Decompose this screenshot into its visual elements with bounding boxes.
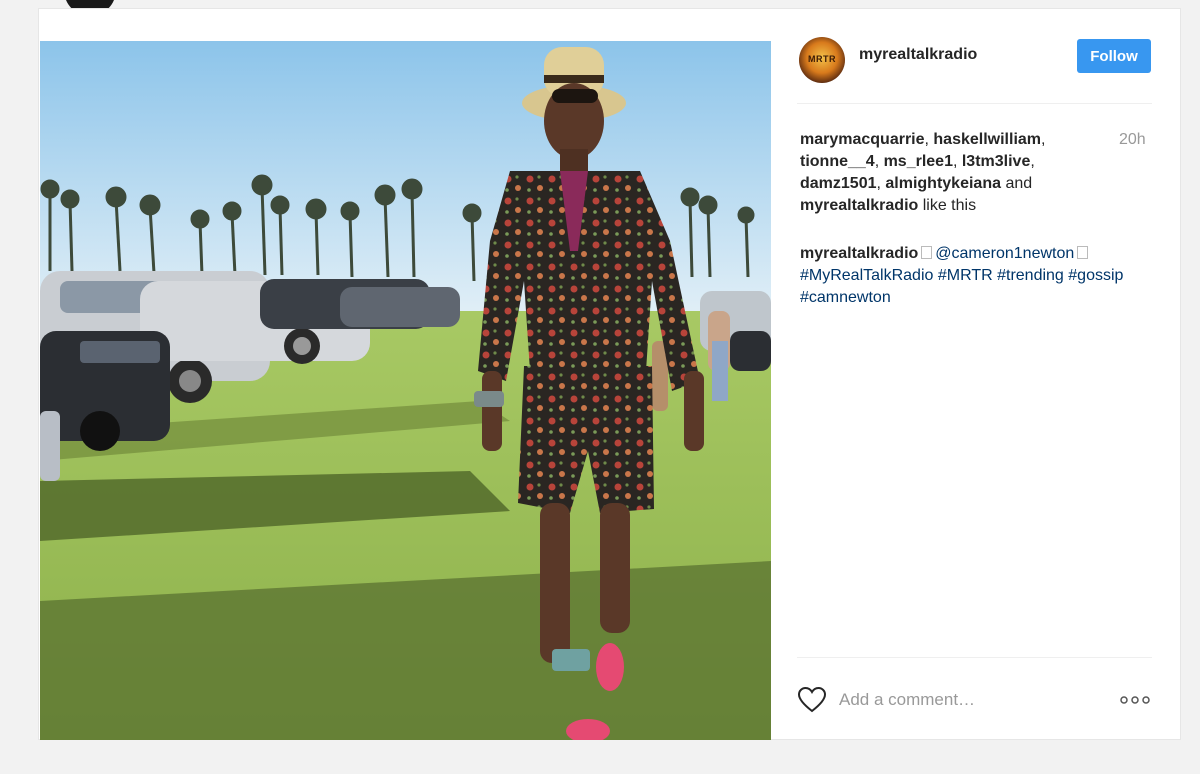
- post-sidebar: MRTR myrealtalkradio Follow marymacquarr…: [797, 9, 1181, 739]
- emoji-placeholder-icon: [921, 246, 933, 259]
- emoji-placeholder-icon: [1077, 246, 1089, 259]
- likes-summary: marymacquarrie, haskellwilliam, tionne__…: [800, 129, 1110, 217]
- likes-suffix: like this: [918, 197, 977, 214]
- liker-link[interactable]: marymacquarrie: [800, 131, 925, 148]
- liker-link[interactable]: ms_rlee1: [884, 153, 953, 170]
- liker-link[interactable]: haskellwilliam: [933, 131, 1041, 148]
- post-username[interactable]: myrealtalkradio: [859, 46, 977, 64]
- likes-separator: ,: [1041, 131, 1046, 148]
- post-photo: [40, 41, 771, 740]
- user-avatar[interactable]: MRTR: [799, 37, 845, 83]
- likes-separator: ,: [874, 153, 884, 170]
- liker-link[interactable]: l3tm3live: [962, 153, 1030, 170]
- post-card: MRTR myrealtalkradio Follow marymacquarr…: [38, 8, 1181, 740]
- heart-icon[interactable]: [797, 686, 827, 714]
- post-timestamp[interactable]: 20h: [1119, 131, 1146, 149]
- follow-button[interactable]: Follow: [1077, 39, 1151, 73]
- caption-username[interactable]: myrealtalkradio: [800, 245, 918, 262]
- post-footer: [797, 657, 1152, 740]
- likes-separator: ,: [1030, 153, 1035, 170]
- caption-hashtags[interactable]: #MyRealTalkRadio #MRTR #trending #gossip…: [800, 267, 1123, 306]
- post-header: MRTR myrealtalkradio Follow: [797, 33, 1152, 104]
- liker-link[interactable]: myrealtalkradio: [800, 197, 918, 214]
- likes-and: and: [1001, 175, 1033, 192]
- liker-link[interactable]: damz1501: [800, 175, 877, 192]
- liker-link[interactable]: almightykeiana: [885, 175, 1001, 192]
- avatar-logo-text: MRTR: [808, 54, 836, 64]
- post-caption: myrealtalkradio @cameron1newton #MyRealTal…: [800, 243, 1150, 309]
- caption-mention[interactable]: @cameron1newton: [935, 245, 1074, 262]
- more-options-icon[interactable]: [1119, 695, 1151, 705]
- likes-separator: ,: [952, 153, 962, 170]
- liker-link[interactable]: tionne__4: [800, 153, 875, 170]
- comment-input[interactable]: [839, 688, 1059, 712]
